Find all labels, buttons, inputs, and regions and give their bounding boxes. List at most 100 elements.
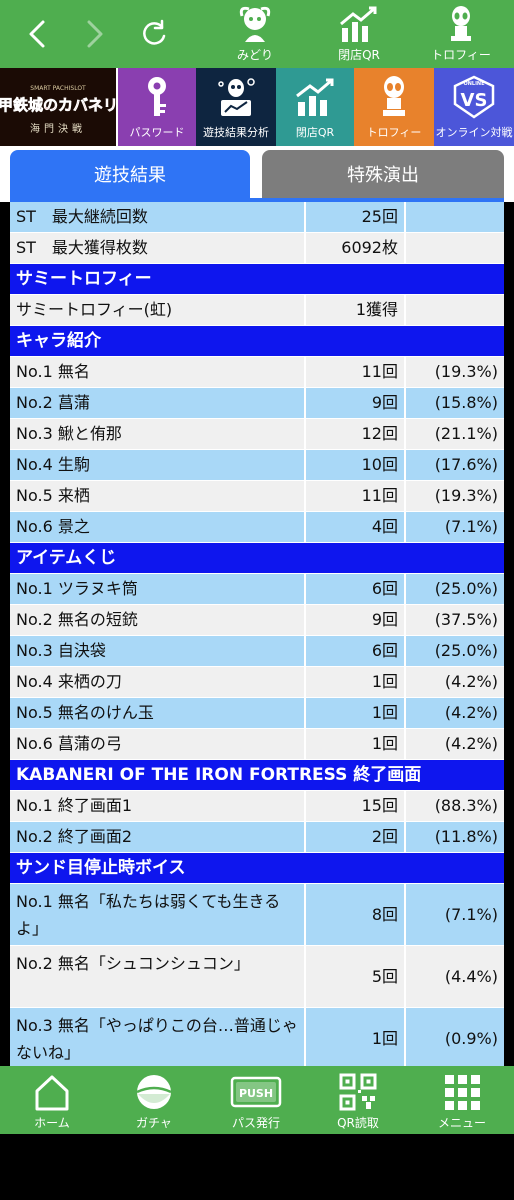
topbar-item-midori[interactable]: みどり bbox=[210, 4, 300, 66]
topbar-item-label: 閉店QR bbox=[338, 48, 380, 62]
row-percent: (88.3%) bbox=[406, 791, 504, 821]
game-logo-art: SMART PACHISLOT 甲鉄城のカバネリ 海門決戦 bbox=[0, 68, 116, 146]
table-row: No.2 無名の短銃 9回 (37.5%) bbox=[10, 605, 504, 636]
chevron-right-icon bbox=[87, 20, 103, 48]
row-percent: (4.2%) bbox=[406, 729, 504, 759]
row-count: 5回 bbox=[306, 946, 404, 1007]
bottom-nav: ホーム ガチャ PUSH パス発行 QR読取 メニュー bbox=[0, 1066, 514, 1134]
table-row: No.2 終了画面2 2回 (11.8%) bbox=[10, 822, 504, 853]
bottom-nav-gacha[interactable]: ガチャ bbox=[104, 1072, 204, 1132]
table-row: No.2 無名「シュコンシュコン」 5回 (4.4%) bbox=[10, 946, 504, 1008]
svg-text:SMART PACHISLOT: SMART PACHISLOT bbox=[30, 85, 86, 92]
table-row: No.5 来栖 11回 (19.3%) bbox=[10, 481, 504, 512]
tile-online-battle[interactable]: ONLINE VS オンライン対戦 bbox=[434, 68, 514, 146]
tile-label: トロフィー bbox=[366, 126, 422, 139]
game-logo[interactable]: SMART PACHISLOT 甲鉄城のカバネリ 海門決戦 bbox=[0, 68, 116, 146]
tile-label: オンライン対戦 bbox=[435, 126, 513, 139]
row-name: No.2 終了画面2 bbox=[10, 822, 304, 852]
tab-special-effects[interactable]: 特殊演出 bbox=[262, 150, 504, 202]
row-count: 1回 bbox=[306, 1008, 404, 1066]
row-count: 1回 bbox=[306, 667, 404, 697]
chart-up-icon bbox=[296, 78, 334, 116]
row-percent: (4.4%) bbox=[406, 946, 504, 1007]
feature-tiles: SMART PACHISLOT 甲鉄城のカバネリ 海門決戦 パスワード 遊技結果… bbox=[0, 68, 514, 146]
row-name: No.3 自決袋 bbox=[10, 636, 304, 666]
chart-up-icon bbox=[340, 6, 377, 42]
row-count: 9回 bbox=[306, 388, 404, 418]
grid-menu-icon bbox=[445, 1075, 480, 1110]
row-name: No.5 無名のけん玉 bbox=[10, 698, 304, 728]
row-percent: (7.1%) bbox=[406, 884, 504, 945]
table-row: ST 最大継続回数 25回 bbox=[10, 202, 504, 233]
home-icon bbox=[35, 1075, 69, 1111]
forward-button[interactable] bbox=[74, 14, 114, 54]
row-name: No.2 無名の短銃 bbox=[10, 605, 304, 635]
row-percent: (25.0%) bbox=[406, 636, 504, 666]
bottom-nav-label: QR読取 bbox=[337, 1116, 379, 1130]
row-name: No.2 菖蒲 bbox=[10, 388, 304, 418]
reload-button[interactable] bbox=[134, 14, 174, 54]
row-name: No.4 生駒 bbox=[10, 450, 304, 480]
row-count: 1回 bbox=[306, 729, 404, 759]
row-name: No.1 終了画面1 bbox=[10, 791, 304, 821]
row-percent bbox=[406, 202, 504, 232]
tile-label: 閉店QR bbox=[295, 126, 335, 139]
reload-icon bbox=[143, 19, 166, 45]
row-name: No.2 無名「シュコンシュコン」 bbox=[10, 946, 304, 1007]
row-name: No.6 景之 bbox=[10, 512, 304, 542]
row-count: 25回 bbox=[306, 202, 404, 232]
section-header: キャラ紹介 bbox=[10, 326, 504, 357]
row-count: 10回 bbox=[306, 450, 404, 480]
bottom-nav-label: ガチャ bbox=[136, 1116, 172, 1130]
row-percent: (15.8%) bbox=[406, 388, 504, 418]
table-row: No.1 無名 11回 (19.3%) bbox=[10, 357, 504, 388]
row-percent: (7.1%) bbox=[406, 512, 504, 542]
key-icon bbox=[148, 77, 166, 116]
tab-bar: 遊技結果 特殊演出 bbox=[0, 146, 514, 202]
tile-trophy[interactable]: トロフィー bbox=[354, 68, 434, 146]
row-percent: (17.6%) bbox=[406, 450, 504, 480]
table-row: サミートロフィー(虹) 1獲得 bbox=[10, 295, 504, 326]
row-name: ST 最大獲得枚数 bbox=[10, 233, 304, 263]
bottom-nav-home[interactable]: ホーム bbox=[2, 1072, 102, 1132]
alien-trophy-icon bbox=[451, 6, 471, 41]
topbar-item-label: トロフィー bbox=[431, 48, 491, 62]
analysis-icon bbox=[218, 78, 255, 116]
table-row: No.3 自決袋 6回 (25.0%) bbox=[10, 636, 504, 667]
section-header: アイテムくじ bbox=[10, 543, 504, 574]
row-count: 9回 bbox=[306, 605, 404, 635]
row-percent: (4.2%) bbox=[406, 667, 504, 697]
topbar-item-closing-qr[interactable]: 閉店QR bbox=[314, 4, 404, 66]
bottom-nav-qr-read[interactable]: QR読取 bbox=[308, 1072, 408, 1132]
row-name: No.1 無名 bbox=[10, 357, 304, 387]
row-name: No.1 ツラヌキ筒 bbox=[10, 574, 304, 604]
row-percent: (4.2%) bbox=[406, 698, 504, 728]
svg-text:海門決戦: 海門決戦 bbox=[30, 122, 86, 135]
tile-label: パスワード bbox=[129, 126, 185, 139]
row-count: 1回 bbox=[306, 698, 404, 728]
tile-result-analysis[interactable]: 遊技結果分析 bbox=[196, 68, 276, 146]
row-count: 6回 bbox=[306, 636, 404, 666]
row-count: 11回 bbox=[306, 357, 404, 387]
bottom-nav-label: パス発行 bbox=[231, 1116, 280, 1130]
top-bar: みどり 閉店QR トロフィー bbox=[0, 0, 514, 68]
alien-trophy-icon bbox=[383, 76, 405, 116]
row-count: 12回 bbox=[306, 419, 404, 449]
bottom-nav-menu[interactable]: メニュー bbox=[412, 1072, 512, 1132]
tile-password[interactable]: パスワード bbox=[118, 68, 196, 146]
bottom-nav-pass-issue[interactable]: PUSH パス発行 bbox=[206, 1072, 306, 1132]
row-percent bbox=[406, 295, 504, 325]
row-count: 1獲得 bbox=[306, 295, 404, 325]
table-row: No.2 菖蒲 9回 (15.8%) bbox=[10, 388, 504, 419]
tab-play-results[interactable]: 遊技結果 bbox=[10, 150, 250, 202]
topbar-item-trophy[interactable]: トロフィー bbox=[416, 4, 506, 66]
tile-label: 遊技結果分析 bbox=[203, 126, 269, 139]
results-table[interactable]: ST 最大継続回数 25回 ST 最大獲得枚数 6092枚 サミートロフィー サミートロフ… bbox=[10, 202, 504, 1066]
row-name: No.4 来栖の刀 bbox=[10, 667, 304, 697]
tile-closing-qr[interactable]: 閉店QR bbox=[276, 68, 354, 146]
character-icon bbox=[239, 6, 271, 42]
section-header: KABANERI OF THE IRON FORTRESS 終了画面 bbox=[10, 760, 504, 791]
row-percent: (21.1%) bbox=[406, 419, 504, 449]
back-button[interactable] bbox=[18, 14, 58, 54]
qr-icon bbox=[339, 1073, 377, 1111]
